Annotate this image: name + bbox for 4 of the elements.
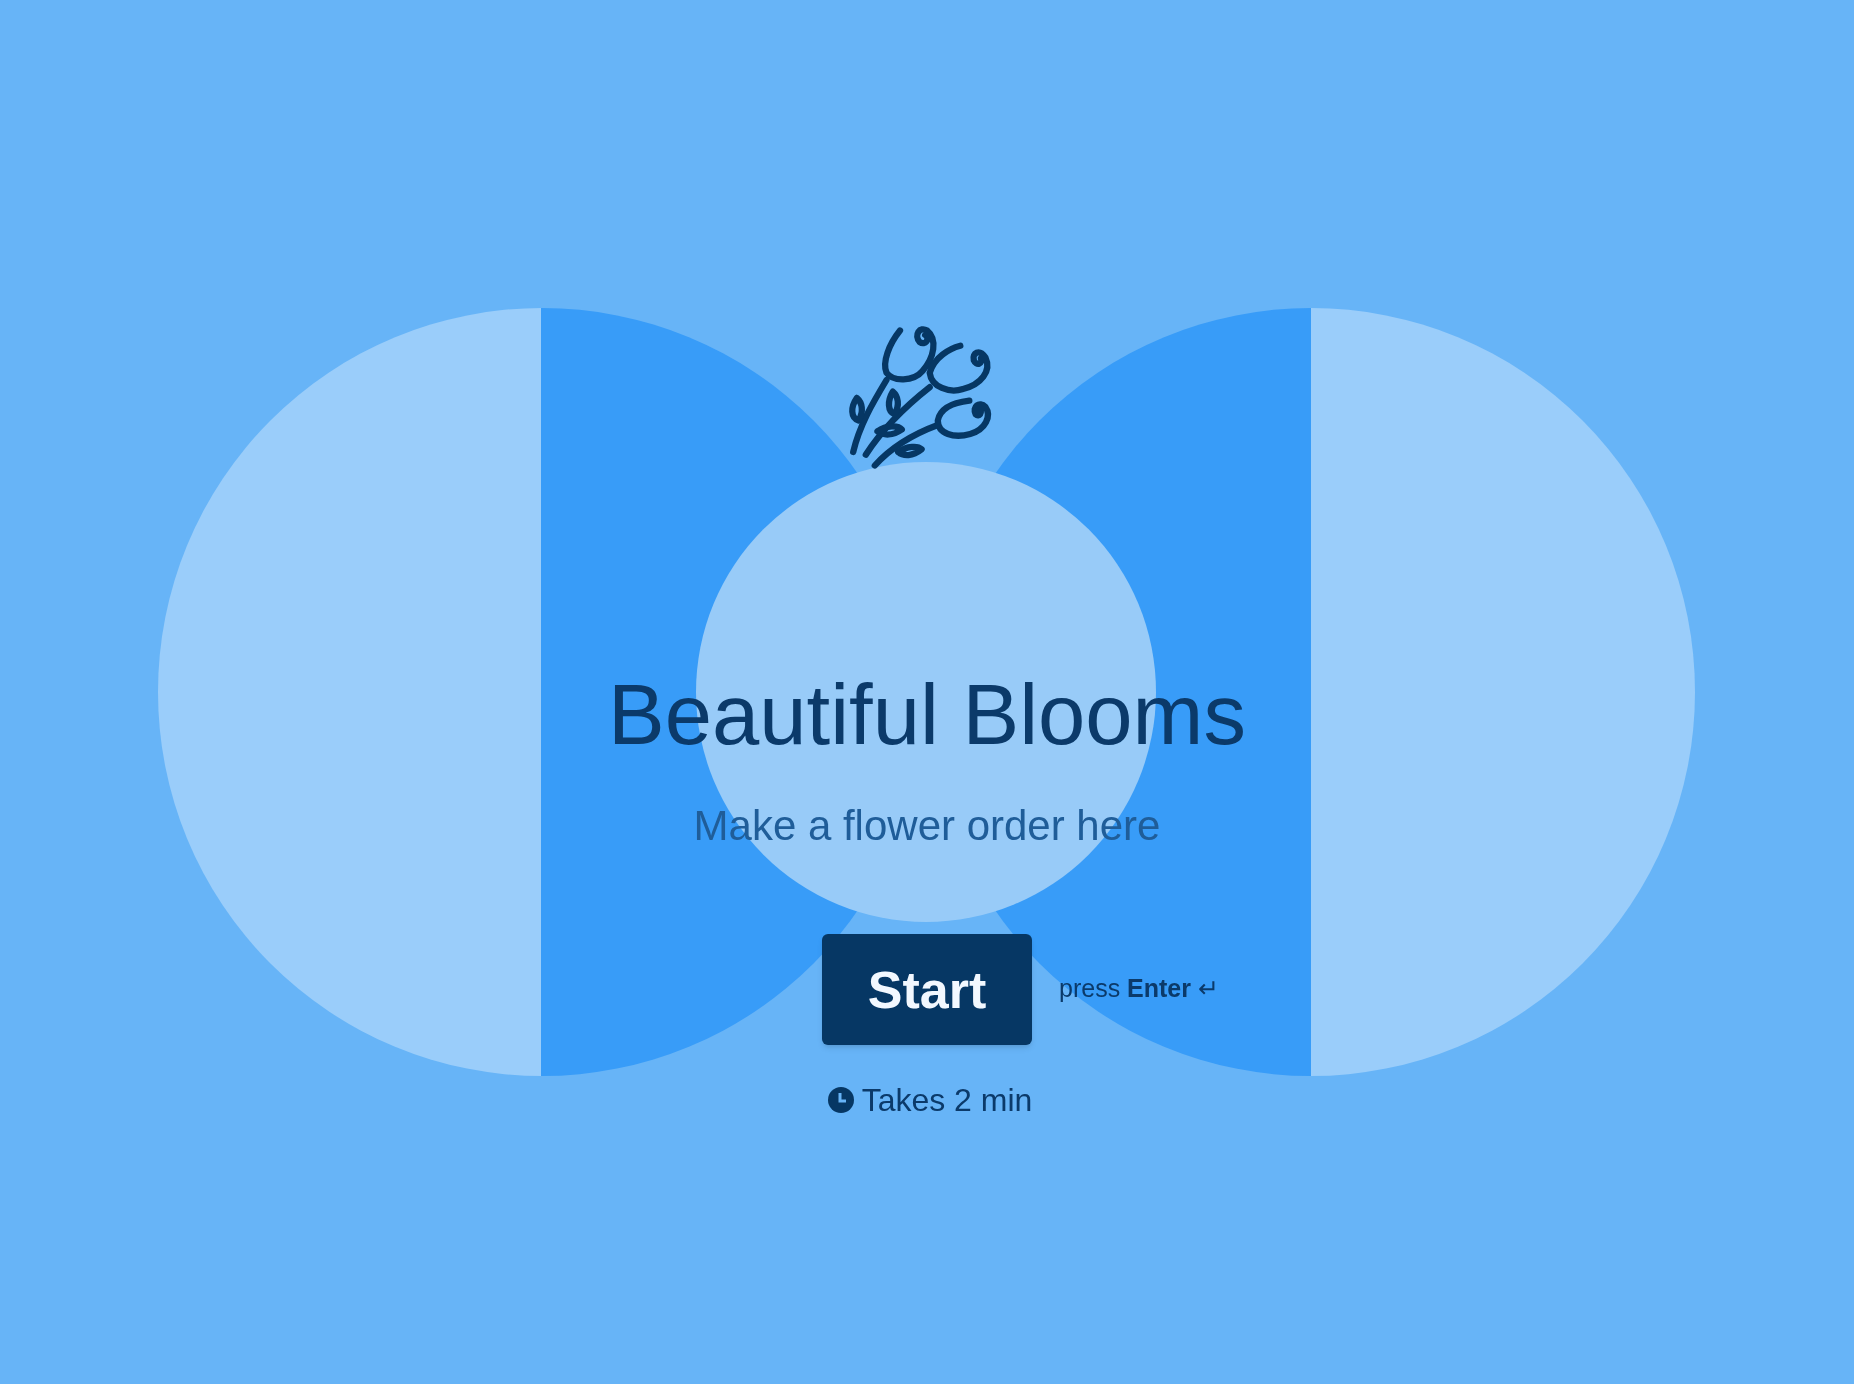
start-button[interactable]: Start bbox=[822, 934, 1032, 1045]
clock-icon bbox=[827, 1087, 854, 1113]
duration-text: Takes 2 min bbox=[861, 1084, 1033, 1116]
keyboard-hint: press Enter ↵ bbox=[1059, 976, 1219, 1001]
